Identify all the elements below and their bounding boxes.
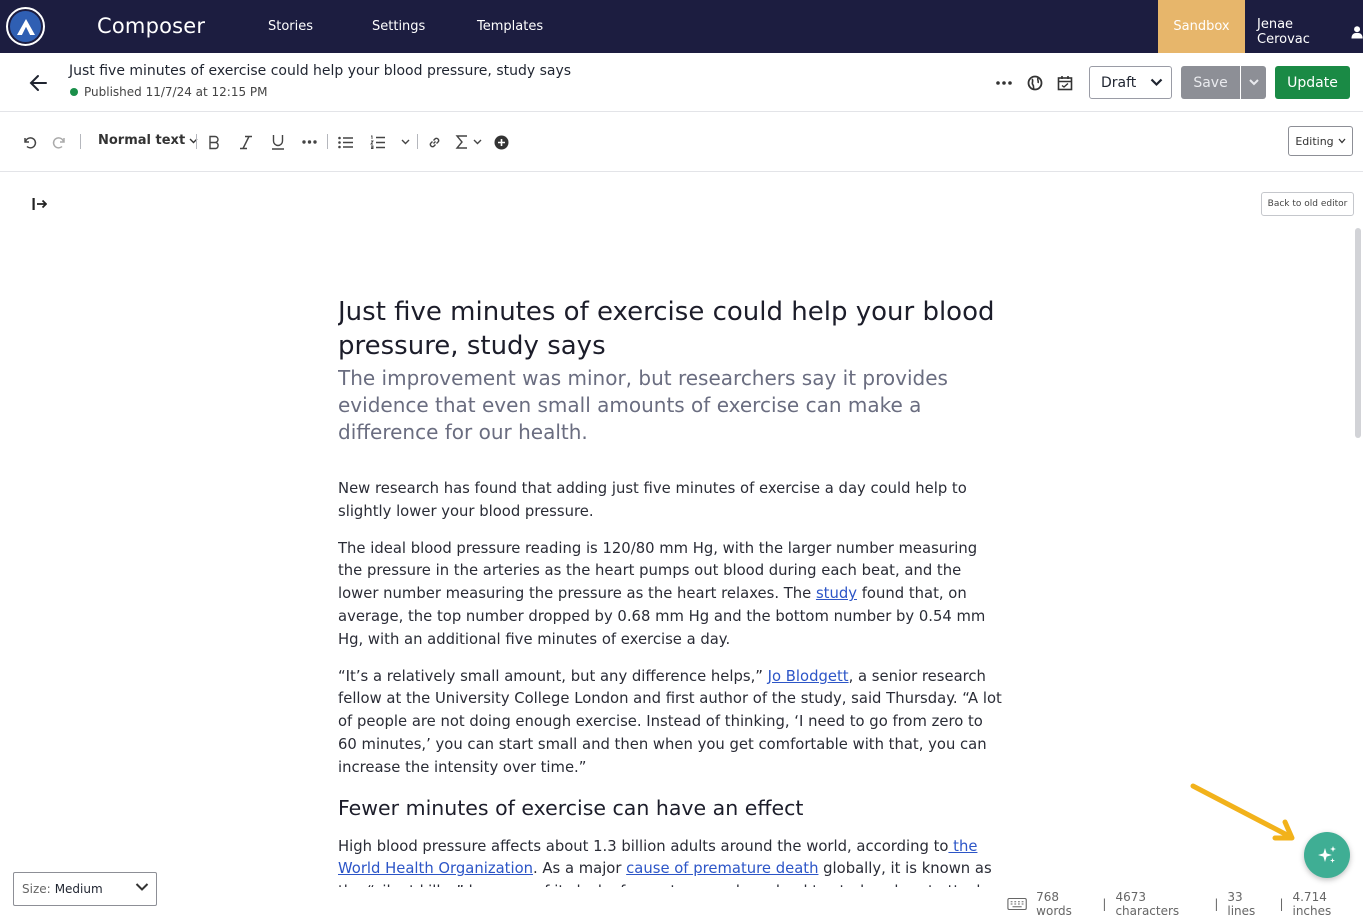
more-icon: [301, 140, 317, 144]
chevron-down-icon: [1151, 78, 1163, 87]
size-value: Medium: [54, 882, 103, 896]
stats-divider: |: [1102, 897, 1107, 911]
line-count: 33 lines: [1227, 890, 1256, 917]
chevron-down-icon: [401, 139, 409, 145]
nav-settings[interactable]: Settings: [372, 19, 425, 34]
more-formatting-button[interactable]: [301, 132, 317, 152]
bold-button[interactable]: [206, 132, 222, 152]
article-headline[interactable]: Just five minutes of exercise could help…: [338, 295, 1008, 363]
sidebar-expand-icon: [32, 198, 48, 210]
list-options-button[interactable]: [398, 132, 412, 152]
numbered-list-icon: [369, 135, 385, 149]
globe-button[interactable]: [1025, 73, 1045, 93]
add-circle-icon: [494, 135, 508, 149]
format-toolbar: Normal text Editing: [0, 112, 1363, 172]
author-link[interactable]: Jo Blodgett: [768, 668, 849, 685]
keyboard-icon[interactable]: [1007, 897, 1027, 911]
mode-dropdown[interactable]: Editing: [1288, 126, 1353, 156]
published-dot-icon: [70, 88, 78, 96]
article-paragraph[interactable]: “It’s a relatively small amount, but any…: [338, 666, 1006, 780]
toolbar-divider: [327, 134, 328, 149]
ai-assist-button[interactable]: [1304, 832, 1350, 878]
chevron-down-icon: [135, 883, 149, 891]
text-style-dropdown[interactable]: Normal text: [98, 133, 198, 148]
bullet-list-icon: [337, 136, 353, 148]
app-logo[interactable]: [6, 7, 45, 46]
app-brand: Composer: [97, 14, 206, 38]
article-paragraph[interactable]: High blood pressure affects about 1.3 bi…: [338, 836, 1006, 887]
scrollbar[interactable]: [1355, 228, 1361, 438]
redo-icon: [52, 136, 65, 149]
mode-dropdown-value: Editing: [1295, 134, 1334, 148]
publish-status-text: Published 11/7/24 at 12:15 PM: [84, 85, 268, 99]
schedule-button[interactable]: [1055, 73, 1075, 93]
annotation-arrow: [1190, 783, 1295, 841]
word-count: 768 words: [1036, 890, 1072, 917]
update-button[interactable]: Update: [1275, 66, 1350, 99]
sparkles-icon: [1318, 846, 1336, 863]
article-paragraph[interactable]: New research has found that adding just …: [338, 478, 1006, 524]
paragraph-text: High blood pressure affects about 1.3 bi…: [338, 837, 949, 855]
italic-button[interactable]: [238, 132, 254, 152]
stats-divider: |: [1279, 897, 1284, 911]
document-header: Just five minutes of exercise could help…: [0, 53, 1363, 112]
article-editor[interactable]: Just five minutes of exercise could help…: [338, 295, 1018, 887]
chevron-down-icon: [1248, 79, 1259, 86]
link-button[interactable]: [426, 132, 442, 152]
bullet-list-button[interactable]: [337, 132, 353, 152]
status-dropdown-value: Draft: [1101, 74, 1137, 91]
back-to-old-editor-button[interactable]: Back to old editor: [1261, 192, 1354, 216]
user-icon: [1351, 26, 1363, 39]
redo-button[interactable]: [50, 132, 68, 152]
status-dropdown[interactable]: Draft: [1089, 66, 1172, 99]
save-button[interactable]: Save: [1181, 66, 1240, 99]
paragraph-text: “It’s a relatively small amount, but any…: [338, 667, 768, 685]
nav-stories[interactable]: Stories: [268, 19, 313, 34]
premature-death-link[interactable]: cause of premature death: [626, 860, 818, 877]
user-name: Jenae Cerovac: [1257, 17, 1310, 47]
formula-button[interactable]: [455, 132, 483, 152]
save-options-button[interactable]: [1241, 66, 1266, 99]
character-count: 4673 characters: [1115, 890, 1180, 917]
underline-button[interactable]: [270, 132, 286, 152]
article-subheading[interactable]: Fewer minutes of exercise can have an ef…: [338, 794, 1018, 822]
link-icon: [429, 137, 439, 147]
toolbar-divider: [196, 134, 197, 149]
article-paragraph[interactable]: The ideal blood pressure reading is 120/…: [338, 538, 1006, 652]
text-style-value: Normal text: [98, 133, 186, 148]
stats-divider: |: [1214, 897, 1219, 911]
undo-icon: [23, 136, 36, 149]
italic-icon: [240, 135, 252, 149]
sandbox-badge[interactable]: Sandbox: [1158, 0, 1245, 53]
underline-icon: [272, 135, 284, 150]
calendar-icon: [1057, 76, 1073, 91]
toolbar-divider: [417, 134, 418, 149]
user-menu[interactable]: Jenae Cerovac: [1257, 17, 1363, 47]
insert-button[interactable]: [493, 132, 509, 152]
bold-icon: [209, 135, 219, 149]
undo-button[interactable]: [20, 132, 38, 152]
arrow-left-icon: [29, 75, 47, 91]
back-button[interactable]: [28, 72, 50, 94]
more-horizontal-icon: [996, 81, 1012, 85]
size-dropdown[interactable]: Size: Medium: [13, 872, 157, 906]
globe-icon: [1027, 75, 1043, 91]
publish-status: Published 11/7/24 at 12:15 PM: [70, 85, 268, 99]
nav-templates[interactable]: Templates: [477, 19, 543, 34]
size-label: Size:: [22, 882, 51, 896]
sigma-icon: [455, 135, 482, 149]
more-options-button[interactable]: [994, 73, 1014, 93]
study-link[interactable]: study: [816, 585, 857, 602]
document-title: Just five minutes of exercise could help…: [69, 63, 572, 79]
article-dek[interactable]: The improvement was minor, but researche…: [338, 365, 1018, 446]
numbered-list-button[interactable]: [369, 132, 385, 152]
top-nav: Composer Stories Settings Templates Sand…: [0, 0, 1363, 53]
panel-toggle-button[interactable]: [31, 196, 48, 212]
logo-mark-icon: [10, 11, 41, 42]
document-stats: 768 words | 4673 characters | 33 lines |…: [1007, 890, 1363, 917]
paragraph-text: . As a major: [533, 860, 627, 878]
chevron-down-icon: [1338, 138, 1346, 144]
inch-count: 4.714 inches: [1292, 890, 1332, 917]
toolbar-divider: [80, 134, 81, 149]
